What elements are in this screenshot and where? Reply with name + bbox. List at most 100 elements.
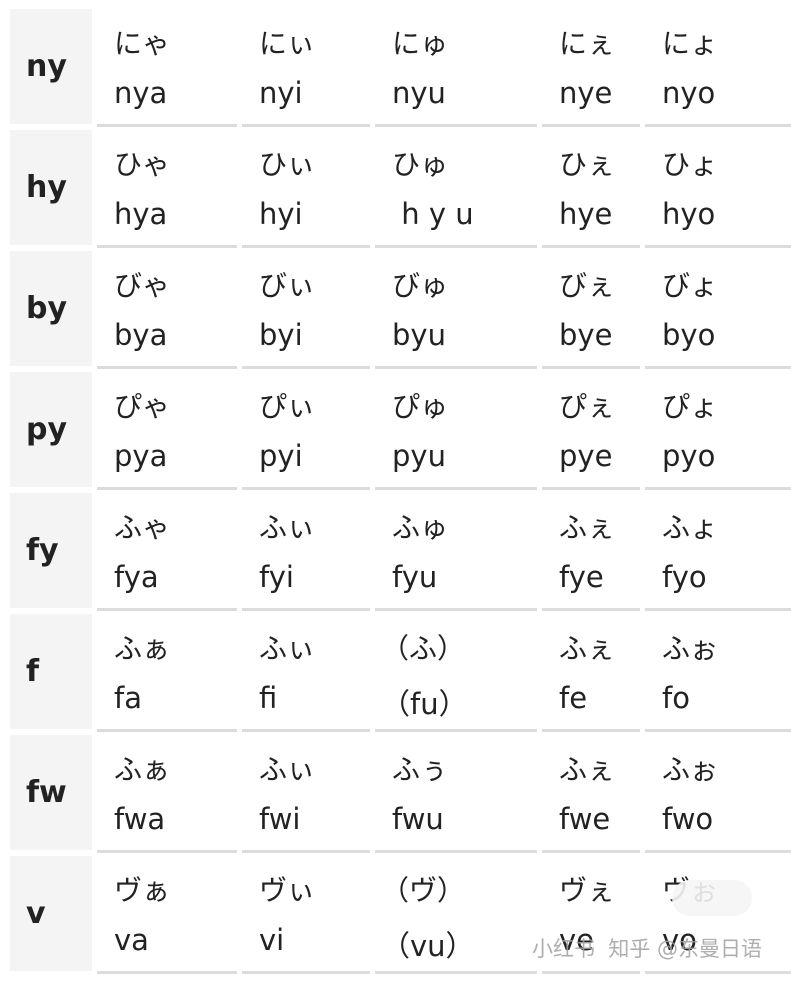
- kana-text: ふぇ: [559, 753, 616, 786]
- table-cell: ぴぇ pye: [542, 369, 640, 490]
- romaji-text: nyu: [392, 76, 446, 110]
- kana-text: ふぇ: [559, 511, 616, 544]
- table-row: py ぴゃ pya ぴぃ pyi ぴゅ pyu ぴぇ pye ぴょ pyo: [10, 369, 791, 490]
- watermark-blur: [672, 880, 752, 916]
- table-cell: ぴょ pyo: [645, 369, 791, 490]
- table-cell: ふぇ fye: [542, 490, 640, 611]
- row-header: v: [10, 856, 92, 971]
- romaji-text: fwa: [114, 802, 166, 836]
- romaji-text: fo: [662, 681, 690, 715]
- romaji-text: fe: [559, 681, 588, 715]
- romaji-text: fwo: [662, 802, 714, 836]
- row-header: f: [10, 614, 92, 729]
- kana-text: びぇ: [559, 269, 616, 302]
- table-row: f ふぁ fa ふぃ fi （ふ） （fu） ふぇ fe ふぉ fo: [10, 611, 791, 732]
- kana-text: ふぁ: [114, 753, 171, 786]
- romaji-text: nyi: [259, 76, 303, 110]
- table-cell: にゅ nyu: [375, 6, 537, 127]
- romaji-text: fye: [559, 560, 604, 594]
- table-cell: ふゅ fyu: [375, 490, 537, 611]
- romaji-text: hyo: [662, 197, 716, 231]
- kana-text: ふゃ: [114, 511, 171, 544]
- romaji-text: pyo: [662, 439, 716, 473]
- romaji-text: vi: [259, 923, 285, 957]
- table-cell: ひゃ hya: [97, 127, 237, 248]
- table-cell: ふぁ fa: [97, 611, 237, 732]
- romaji-text: nya: [114, 76, 168, 110]
- table-cell: びぃ byi: [242, 248, 370, 369]
- romaji-text: fyi: [259, 560, 294, 594]
- kana-text: ヴぇ: [559, 874, 616, 907]
- kana-text: ひょ: [662, 148, 719, 181]
- table-cell: ひゅ h y u: [375, 127, 537, 248]
- table-cell: ふぁ fwa: [97, 732, 237, 853]
- kana-text: ヴぁ: [114, 874, 171, 907]
- kana-text: びぃ: [259, 269, 316, 302]
- table-cell: （ヴ） （vu）: [375, 853, 537, 974]
- kana-text: びゃ: [114, 269, 171, 302]
- romaji-text: pye: [559, 439, 613, 473]
- romaji-text: fwe: [559, 802, 611, 836]
- romaji-text: nyo: [662, 76, 716, 110]
- table-cell: ふぉ fwo: [645, 732, 791, 853]
- kana-text: びょ: [662, 269, 719, 302]
- table-cell: ふぃ fi: [242, 611, 370, 732]
- kana-text: ふゅ: [392, 511, 449, 544]
- kana-text: ぴぃ: [259, 390, 316, 423]
- kana-text: ふぃ: [259, 511, 316, 544]
- romaji-text: byo: [662, 318, 716, 352]
- table-cell: ヴぁ va: [97, 853, 237, 974]
- table-cell: ふぅ fwu: [375, 732, 537, 853]
- table-cell: ひぇ hye: [542, 127, 640, 248]
- kana-text: （ふ）: [381, 632, 466, 665]
- romaji-text: fyo: [662, 560, 707, 594]
- table-cell: ぴぃ pyi: [242, 369, 370, 490]
- kana-text: ふょ: [662, 511, 719, 544]
- table-cell: ふゃ fya: [97, 490, 237, 611]
- kana-text: （ヴ）: [381, 874, 466, 907]
- romaji-text: va: [114, 923, 149, 957]
- row-header: hy: [10, 130, 92, 245]
- romaji-text: pyu: [392, 439, 446, 473]
- kana-text: にぇ: [559, 27, 616, 60]
- kana-text: ふぃ: [259, 753, 316, 786]
- kana-text: ぴゅ: [392, 390, 449, 423]
- kana-text: ヴぃ: [259, 874, 316, 907]
- table-cell: びゅ byu: [375, 248, 537, 369]
- romaji-text: fa: [114, 681, 142, 715]
- row-header: py: [10, 372, 92, 487]
- table-cell: にぇ nye: [542, 6, 640, 127]
- romaji-text: pyi: [259, 439, 303, 473]
- table-cell: びぇ bye: [542, 248, 640, 369]
- romaji-text: fya: [114, 560, 159, 594]
- table-cell: （ふ） （fu）: [375, 611, 537, 732]
- kana-text: にょ: [662, 27, 719, 60]
- kana-text: ぴゃ: [114, 390, 171, 423]
- table-cell: にぃ nyi: [242, 6, 370, 127]
- romaji-text: fyu: [392, 560, 438, 594]
- kana-text: ひゅ: [392, 148, 449, 181]
- kana-text: にゅ: [392, 27, 449, 60]
- table-row: fy ふゃ fya ふぃ fyi ふゅ fyu ふぇ fye ふょ fyo: [10, 490, 791, 611]
- kana-text: ぴょ: [662, 390, 719, 423]
- romaji-text: hyi: [259, 197, 303, 231]
- watermark: 小红书 知乎 @东曼日语: [532, 937, 763, 961]
- romaji-text: bye: [559, 318, 613, 352]
- kana-text: ふぉ: [662, 632, 719, 665]
- table-row: ny にゃ nya にぃ nyi にゅ nyu にぇ nye にょ nyo: [10, 6, 791, 127]
- kana-text: ひゃ: [114, 148, 171, 181]
- kana-text: にゃ: [114, 27, 171, 60]
- table-cell: ふぃ fyi: [242, 490, 370, 611]
- kana-text: にぃ: [259, 27, 316, 60]
- table-cell: にょ nyo: [645, 6, 791, 127]
- row-header: ny: [10, 9, 92, 124]
- table-row: fw ふぁ fwa ふぃ fwi ふぅ fwu ふぇ fwe ふぉ fwo: [10, 732, 791, 853]
- table-cell: ふょ fyo: [645, 490, 791, 611]
- romaji-text: hye: [559, 197, 613, 231]
- table-cell: ヴぃ vi: [242, 853, 370, 974]
- table-cell: びゃ bya: [97, 248, 237, 369]
- table-cell: ふぃ fwi: [242, 732, 370, 853]
- romaji-text: hya: [114, 197, 168, 231]
- romaji-text: （vu）: [381, 929, 475, 963]
- table-row: hy ひゃ hya ひぃ hyi ひゅ h y u ひぇ hye ひょ hyo: [10, 127, 791, 248]
